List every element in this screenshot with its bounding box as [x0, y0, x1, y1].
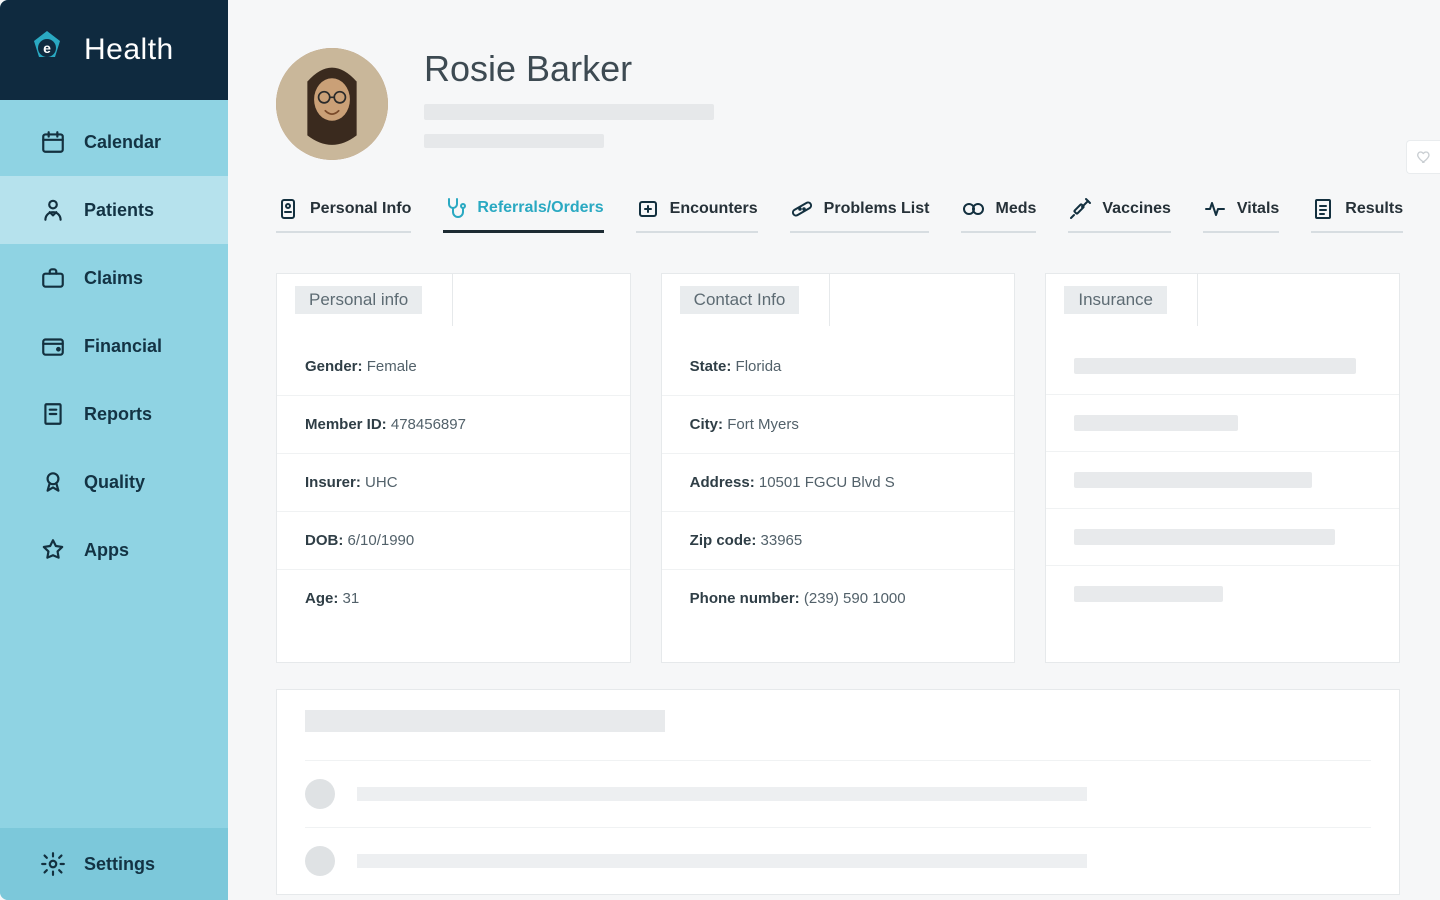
sidebar-item-financial[interactable]: Financial	[0, 312, 228, 380]
placeholder-line	[357, 854, 1087, 868]
heart-icon	[1416, 149, 1432, 165]
tab-problems-list[interactable]: Problems List	[790, 196, 930, 233]
field-city: City: Fort Myers	[662, 395, 1015, 453]
sidebar-item-label: Financial	[84, 336, 162, 357]
sidebar-item-label: Quality	[84, 472, 145, 493]
field-insurer: Insurer: UHC	[277, 453, 630, 511]
card-personal-info: Personal info Gender: Female Member ID: …	[276, 273, 631, 663]
placeholder-line	[424, 134, 604, 148]
brand-logo-icon: e	[24, 27, 70, 73]
placeholder-row	[1046, 451, 1399, 508]
patient-name: Rosie Barker	[424, 48, 714, 90]
encounter-icon	[636, 197, 660, 221]
avatar-placeholder-icon	[305, 846, 335, 876]
document-icon	[1311, 197, 1335, 221]
card-insurance: Insurance	[1045, 273, 1400, 663]
favorite-toggle[interactable]	[1406, 140, 1440, 174]
brand: e Health	[0, 0, 228, 100]
list-item[interactable]	[305, 827, 1371, 894]
field-gender: Gender: Female	[277, 334, 630, 395]
star-icon	[40, 537, 66, 563]
card-title: Personal info	[295, 286, 422, 314]
brand-name: Health	[84, 33, 174, 67]
tab-meds[interactable]: Meds	[961, 196, 1036, 233]
card-title: Contact Info	[680, 286, 800, 314]
activity-list	[276, 689, 1400, 895]
syringe-icon	[1068, 197, 1092, 221]
tab-label: Vitals	[1237, 200, 1279, 218]
avatar-placeholder-icon	[305, 779, 335, 809]
sidebar-nav: Calendar Patients Claims Financial Repor…	[0, 100, 228, 828]
placeholder-row	[1046, 334, 1399, 394]
tab-results[interactable]: Results	[1311, 196, 1403, 233]
svg-text:e: e	[43, 40, 51, 56]
patient-info: Rosie Barker	[424, 48, 714, 148]
badge-icon	[40, 469, 66, 495]
placeholder-row	[1046, 394, 1399, 451]
tab-vaccines[interactable]: Vaccines	[1068, 196, 1171, 233]
briefcase-icon	[40, 265, 66, 291]
field-state: State: Florida	[662, 334, 1015, 395]
pills-icon	[961, 197, 985, 221]
sidebar-item-label: Claims	[84, 268, 143, 289]
report-icon	[40, 401, 66, 427]
tab-referrals-orders[interactable]: Referrals/Orders	[443, 196, 603, 233]
patient-avatar	[276, 48, 388, 160]
tab-vitals[interactable]: Vitals	[1203, 196, 1279, 233]
stethoscope-icon	[443, 196, 467, 220]
pulse-icon	[1203, 197, 1227, 221]
tab-encounters[interactable]: Encounters	[636, 196, 758, 233]
sidebar-item-label: Patients	[84, 200, 154, 221]
placeholder-line	[357, 787, 1087, 801]
field-member-id: Member ID: 478456897	[277, 395, 630, 453]
field-phone: Phone number: (239) 590 1000	[662, 569, 1015, 627]
sidebar-item-apps[interactable]: Apps	[0, 516, 228, 584]
calendar-icon	[40, 129, 66, 155]
sidebar-item-claims[interactable]: Claims	[0, 244, 228, 312]
tab-label: Results	[1345, 200, 1403, 218]
sidebar-item-settings[interactable]: Settings	[0, 828, 228, 900]
placeholder-row	[1046, 565, 1399, 622]
sidebar-item-label: Reports	[84, 404, 152, 425]
tab-label: Meds	[995, 200, 1036, 218]
sidebar-item-reports[interactable]: Reports	[0, 380, 228, 448]
patient-header: Rosie Barker	[276, 48, 1400, 160]
field-dob: DOB: 6/10/1990	[277, 511, 630, 569]
tab-label: Problems List	[824, 200, 930, 218]
gear-icon	[40, 851, 66, 877]
placeholder-title	[305, 710, 665, 732]
card-title: Insurance	[1064, 286, 1167, 314]
tab-label: Personal Info	[310, 200, 411, 218]
info-cards: Personal info Gender: Female Member ID: …	[276, 273, 1400, 663]
patient-tabs: Personal Info Referrals/Orders Encounter…	[276, 196, 1400, 233]
field-age: Age: 31	[277, 569, 630, 627]
sidebar-item-label: Settings	[84, 854, 155, 875]
card-contact-info: Contact Info State: Florida City: Fort M…	[661, 273, 1016, 663]
main-content: Rosie Barker Personal Info Referrals/Ord…	[228, 0, 1440, 900]
placeholder-row	[1046, 508, 1399, 565]
sidebar: e Health Calendar Patients Claims Financ…	[0, 0, 228, 900]
field-zip: Zip code: 33965	[662, 511, 1015, 569]
list-item[interactable]	[305, 760, 1371, 827]
sidebar-item-label: Apps	[84, 540, 129, 561]
tab-label: Vaccines	[1102, 200, 1171, 218]
tab-label: Referrals/Orders	[477, 199, 603, 217]
wallet-icon	[40, 333, 66, 359]
tab-label: Encounters	[670, 200, 758, 218]
sidebar-item-patients[interactable]: Patients	[0, 176, 228, 244]
bandage-icon	[790, 197, 814, 221]
field-address: Address: 10501 FGCU Blvd S	[662, 453, 1015, 511]
sidebar-item-quality[interactable]: Quality	[0, 448, 228, 516]
sidebar-item-calendar[interactable]: Calendar	[0, 108, 228, 176]
id-card-icon	[276, 197, 300, 221]
patient-icon	[40, 197, 66, 223]
tab-personal-info[interactable]: Personal Info	[276, 196, 411, 233]
sidebar-item-label: Calendar	[84, 132, 161, 153]
placeholder-line	[424, 104, 714, 120]
